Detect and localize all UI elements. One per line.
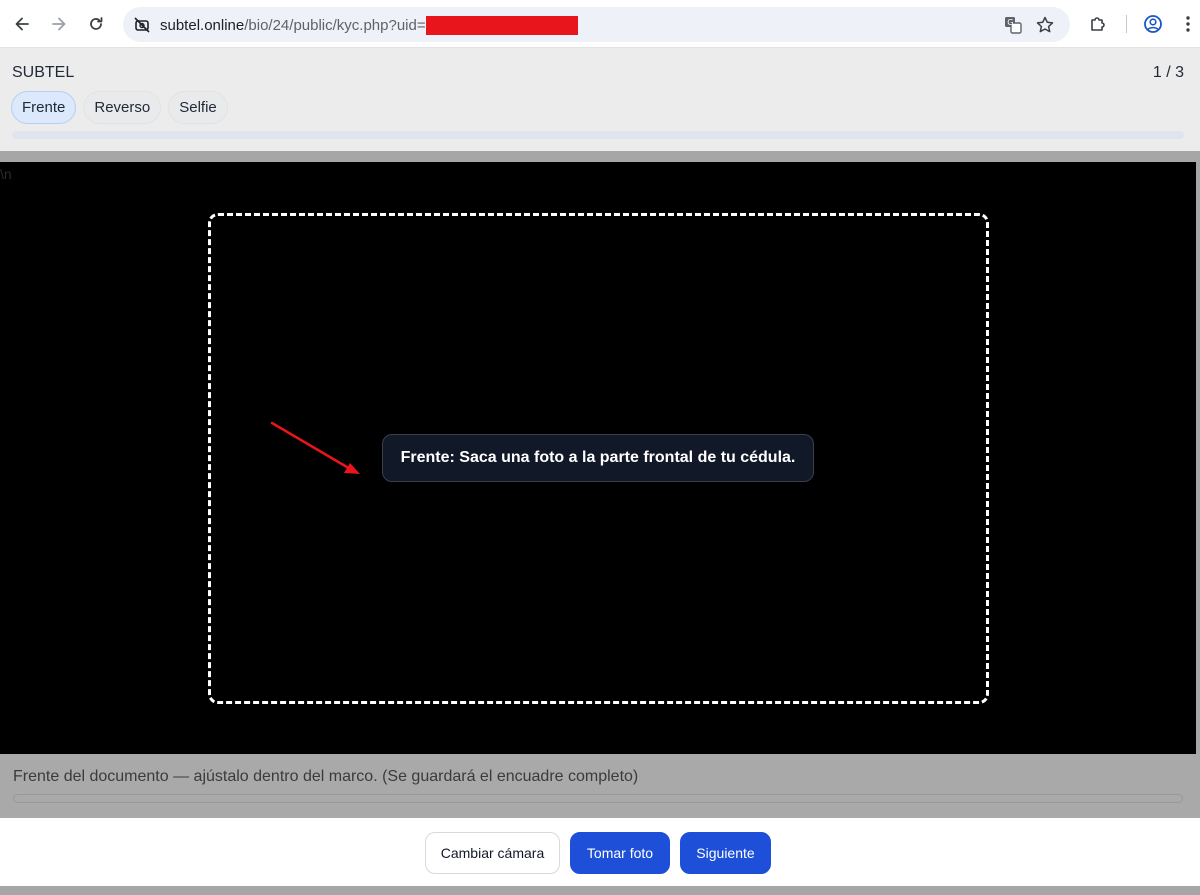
url-redaction-box [425, 16, 578, 35]
overlay-band-right [1196, 162, 1200, 754]
site-info-button[interactable] [132, 15, 152, 35]
svg-text:G: G [1007, 18, 1013, 27]
annotation-arrow [270, 421, 360, 474]
step-counter: 1 / 3 [1152, 64, 1184, 81]
step-tabs: Frente Reverso Selfie [11, 91, 228, 124]
bookmark-star-icon [1036, 16, 1054, 33]
browser-toolbar: subtel.online/bio/24/public/kyc.php?uid=… [0, 0, 1200, 48]
reload-icon [90, 17, 103, 30]
step-progress-bar [12, 131, 1184, 139]
url-path: /bio/24/public/kyc.php?uid= [244, 17, 426, 34]
url-domain: subtel.online [160, 17, 245, 34]
instruction-hint: Frente: Saca una foto a la parte frontal… [382, 434, 814, 482]
brand-title: SUBTEL [12, 64, 75, 81]
more-menu-button[interactable] [1174, 10, 1200, 38]
url-text[interactable]: subtel.online/bio/24/public/kyc.php?uid= [160, 16, 578, 35]
next-button[interactable]: Siguiente [680, 832, 771, 874]
translate-icon: G [1005, 17, 1022, 34]
back-button[interactable] [6, 8, 38, 40]
reload-button[interactable] [80, 8, 112, 40]
caption-band: Frente del documento — ajústalo dentro d… [0, 754, 1200, 818]
forward-button[interactable] [43, 8, 75, 40]
forward-icon [52, 17, 66, 31]
capture-progress-bar [13, 794, 1183, 803]
profile-icon [1144, 15, 1162, 33]
kyc-page: SUBTEL 1 / 3 Frente Reverso Selfie \n Fr… [0, 48, 1200, 895]
site-info-icon [134, 17, 150, 33]
toolbar-divider [1126, 15, 1127, 33]
overlay-band-bottom [0, 886, 1200, 895]
back-icon [15, 17, 29, 31]
page-header: SUBTEL 1 / 3 Frente Reverso Selfie [0, 48, 1200, 151]
switch-camera-button[interactable]: Cambiar cámara [425, 832, 560, 874]
extensions-icon [1091, 17, 1105, 31]
more-menu-icon [1186, 16, 1190, 32]
action-bar: Cambiar cámara Tomar foto Siguiente [0, 818, 1200, 886]
tab-selfie[interactable]: Selfie [168, 91, 228, 124]
stray-text: \n [0, 166, 12, 182]
overlay-band-top [0, 151, 1200, 162]
extensions-button[interactable] [1084, 10, 1112, 38]
camera-preview: \n Frente: Saca una foto a la parte fron… [0, 162, 1196, 754]
translate-button[interactable]: G [1001, 13, 1025, 37]
profile-button[interactable] [1139, 10, 1167, 38]
take-photo-button[interactable]: Tomar foto [570, 832, 670, 874]
bookmark-button[interactable] [1033, 13, 1057, 37]
address-bar[interactable]: subtel.online/bio/24/public/kyc.php?uid=… [123, 7, 1070, 42]
tab-frente[interactable]: Frente [11, 91, 77, 124]
frame-caption: Frente del documento — ajústalo dentro d… [13, 768, 639, 785]
tab-reverso[interactable]: Reverso [83, 91, 162, 124]
